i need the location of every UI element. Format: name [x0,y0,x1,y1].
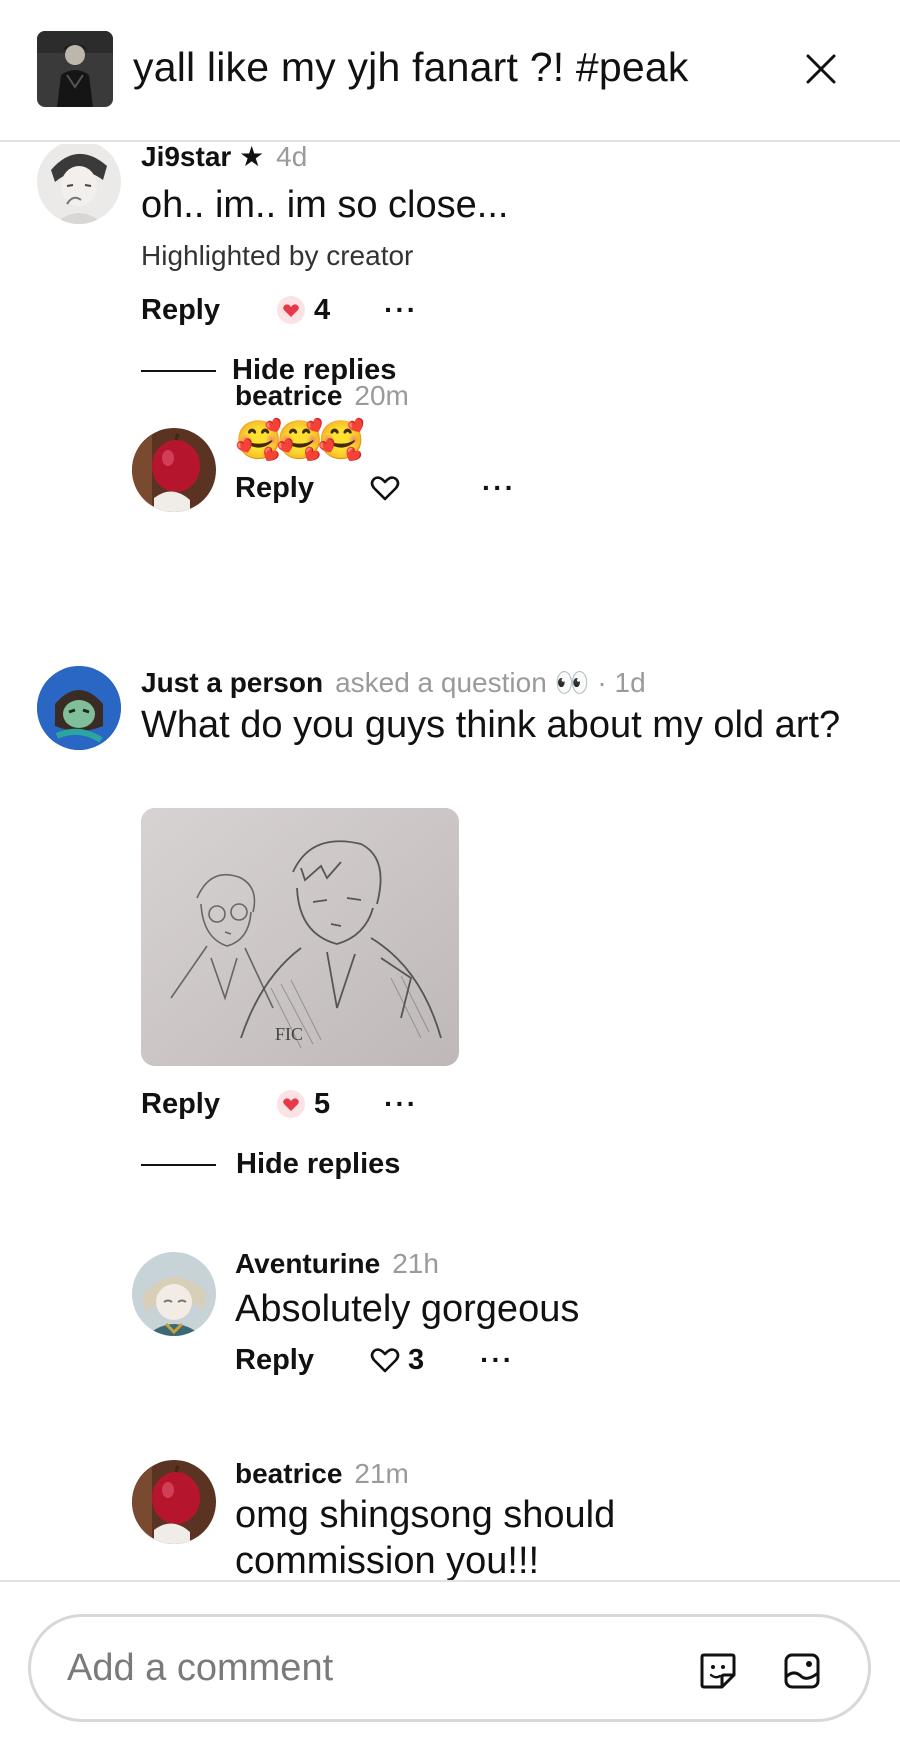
reply-button[interactable]: Reply [235,472,314,505]
highlighted-label: Highlighted by creator [141,240,414,271]
post-thumbnail[interactable] [37,31,113,107]
more-options-button[interactable]: ··· [384,1090,418,1118]
close-button[interactable] [796,44,846,94]
hide-replies-button[interactable]: Hide replies [141,1148,400,1181]
like-button[interactable]: 5 [276,1088,330,1121]
comment-actions: Reply 4 ··· [141,290,418,330]
hide-replies-line [141,369,216,372]
reply-meta: beatrice 20m [235,380,409,412]
comment-meta: Ji9star ★ 4d [141,144,307,173]
comment-input[interactable] [67,1639,667,1697]
reply-actions: Reply 3 ··· [235,1340,514,1380]
heart-filled-icon [276,1090,305,1118]
more-options-button[interactable]: ··· [480,1346,514,1374]
comment-text: What do you guys think about my old art? [141,704,841,746]
reply-button[interactable]: Reply [141,294,220,327]
avatar[interactable] [132,428,216,512]
heart-outline-icon [370,1348,400,1373]
like-button[interactable]: 3 [370,1344,424,1377]
avatar[interactable] [37,144,121,224]
reply-actions: Reply ··· [235,468,516,508]
comment-attached-image[interactable]: FIC [141,808,459,1066]
reply-button[interactable]: Reply [141,1088,220,1121]
hide-replies-line [141,1163,216,1166]
heart-outline-icon [370,476,400,501]
highlighted-badge: Highlighted by creator [137,240,414,276]
reply-time: 21m [354,1458,409,1489]
sticker-icon [700,1653,736,1689]
close-icon [806,54,836,84]
more-options-button[interactable]: ··· [482,474,516,502]
more-options-button[interactable]: ··· [384,296,418,324]
like-count: 4 [313,293,331,326]
comment-box[interactable] [28,1614,871,1722]
comment-username[interactable]: Ji9star ★ [141,144,264,172]
sticker-button[interactable] [698,1651,738,1691]
reply-time: 20m [354,380,409,411]
reply-username[interactable]: beatrice [235,380,342,411]
comment-text: oh.. im.. im so close... [141,184,509,226]
like-button[interactable] [370,474,400,502]
reply-meta: Aventurine 21h [235,1248,439,1280]
post-title: yall like my yjh fanart ?! #peak [133,44,689,90]
reply-username[interactable]: beatrice [235,1458,342,1489]
like-button[interactable]: 4 [276,294,330,327]
reply-username[interactable]: Aventurine [235,1248,380,1279]
comment-time: 4d [276,144,308,172]
comment-composer [0,1580,900,1744]
post-header: yall like my yjh fanart ?! #peak [0,0,900,142]
comment-username[interactable]: Just a person [141,667,323,698]
avatar[interactable] [132,1252,216,1336]
hide-replies-label: Hide replies [236,1148,401,1180]
question-tag: asked a question 👀 [335,667,590,698]
heart-filled-icon [276,296,305,324]
image-icon [784,1653,820,1689]
avatar[interactable] [37,666,121,750]
reply-time: 21h [392,1248,439,1279]
like-count: 3 [407,1343,425,1376]
reply-text: Absolutely gorgeous [235,1288,580,1330]
image-button[interactable] [782,1651,822,1691]
reply-text: omg shingsong should commission you!!! [235,1494,616,1580]
reply-text: 🥰🥰🥰 [235,420,365,462]
comment-meta: Just a person asked a question 👀 · 1d [141,666,646,699]
reply-button[interactable]: Reply [235,1344,314,1377]
comment-time: · 1d [597,667,646,698]
avatar[interactable] [132,1460,216,1544]
comments-list[interactable]: Ji9star ★ 4d oh.. im.. im so close... Hig… [0,144,900,1580]
art-signature: FIC [275,1024,303,1044]
reply-meta: beatrice 21m [235,1458,409,1490]
like-count: 5 [313,1087,331,1120]
comment-actions: Reply 5 ··· [141,1084,418,1124]
